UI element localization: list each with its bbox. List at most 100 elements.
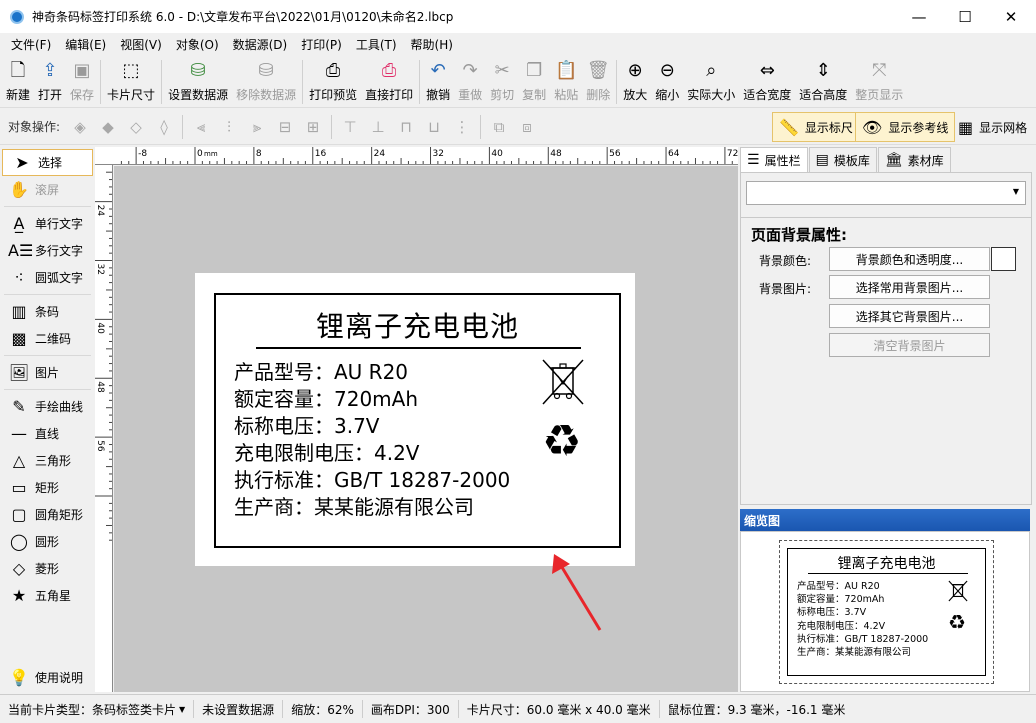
fit-height-button[interactable]: ⇕ 适合高度: [795, 56, 851, 106]
copy-button[interactable]: ❐ 复制: [518, 56, 550, 106]
clear-bg-image-button[interactable]: 清空背景图片: [829, 333, 990, 357]
tool-freehand[interactable]: ✎ 手绘曲线: [0, 393, 95, 420]
menu-edit[interactable]: 编辑(E): [58, 36, 113, 53]
cut-button[interactable]: ✂ 剪切: [486, 56, 518, 106]
remove-datasource-button[interactable]: ⛁ 移除数据源: [232, 56, 300, 106]
vertical-ruler[interactable]: 8162432404856: [95, 165, 113, 692]
show-ruler-toggle[interactable]: 📏 显示标尺: [772, 112, 860, 142]
menu-tools[interactable]: 工具(T): [349, 36, 404, 53]
tool-qrcode[interactable]: ▩ 二维码: [0, 325, 95, 352]
zoom-in-button[interactable]: ⊕ 放大: [619, 56, 651, 106]
tool-diamond[interactable]: ◇ 菱形: [0, 555, 95, 582]
label-line-charge-voltage[interactable]: 充电限制电压：4.2V: [234, 440, 510, 467]
tab-properties[interactable]: ☰ 属性栏: [740, 147, 808, 172]
crossed-bin-icon[interactable]: [541, 358, 585, 406]
ungroup-icon[interactable]: ⧈: [516, 116, 538, 138]
bg-color-swatch[interactable]: [991, 247, 1016, 271]
tool-multi-text[interactable]: A☰ 多行文字: [0, 237, 95, 264]
same-height-icon[interactable]: ⊔: [423, 116, 445, 138]
actual-size-button[interactable]: ⌕ 实际大小: [683, 56, 739, 106]
distribute-v-icon[interactable]: ⋮: [451, 116, 473, 138]
show-grid-toggle[interactable]: ▦ 显示网格: [952, 112, 1033, 142]
align-bottom-icon[interactable]: ⊓: [395, 116, 417, 138]
menu-view[interactable]: 视图(V): [113, 36, 169, 53]
menu-print[interactable]: 打印(P): [294, 36, 349, 53]
label-frame[interactable]: 锂离子充电电池 产品型号：AU R20 额定容量：720mAh 标称电压：3.7…: [214, 293, 621, 548]
tool-select[interactable]: ➤ 选择: [2, 149, 93, 176]
tool-single-text[interactable]: A̲ 单行文字: [0, 210, 95, 237]
label-line-capacity[interactable]: 额定容量：720mAh: [234, 386, 510, 413]
same-width-icon[interactable]: ⊟: [274, 116, 296, 138]
ruler-label: 48: [95, 381, 105, 393]
save-button[interactable]: ▣ 保存: [66, 56, 98, 106]
menu-object[interactable]: 对象(O): [169, 36, 226, 53]
distribute-h-icon[interactable]: ⊞: [302, 116, 324, 138]
scissors-icon: ✂: [494, 60, 510, 81]
recycle-icon[interactable]: ♻: [542, 420, 581, 464]
tool-triangle[interactable]: △ 三角形: [0, 447, 95, 474]
label-line-standard[interactable]: 执行标准：GB/T 18287-2000: [234, 467, 510, 494]
help-guide-button[interactable]: 💡 使用说明: [0, 664, 95, 691]
thumbnail-preview[interactable]: 锂离子充电电池 产品型号：AU R20 额定容量：720mAh 标称电压：3.7…: [740, 531, 1030, 692]
label-title[interactable]: 锂离子充电电池: [216, 305, 619, 345]
tool-image[interactable]: 🖼 图片: [0, 359, 95, 386]
delete-button[interactable]: 🗑 删除: [582, 56, 614, 106]
tool-rectangle[interactable]: ▭ 矩形: [0, 474, 95, 501]
tool-scroll[interactable]: ✋ 滚屏: [0, 176, 95, 203]
align-left-icon[interactable]: ⫷: [190, 116, 212, 138]
tab-materials[interactable]: 🏛 素材库: [877, 147, 951, 172]
menu-file[interactable]: 文件(F): [4, 36, 58, 53]
fit-width-button[interactable]: ⇔ 适合宽度: [739, 56, 795, 106]
maximize-button[interactable]: ☐: [942, 0, 988, 33]
align-top-icon[interactable]: ⊤: [339, 116, 361, 138]
paste-button[interactable]: 📋 粘贴: [550, 56, 582, 106]
undo-button[interactable]: ↶ 撤销: [422, 56, 454, 106]
tab-templates[interactable]: ▤ 模板库: [808, 147, 877, 172]
bg-color-button[interactable]: 背景颜色和透明度...: [829, 247, 990, 271]
group-icon[interactable]: ⧉: [488, 116, 510, 138]
label-text-block[interactable]: 产品型号：AU R20 额定容量：720mAh 标称电压：3.7V 充电限制电压…: [234, 359, 510, 521]
redo-button[interactable]: ↷ 重做: [454, 56, 486, 106]
title-underline[interactable]: [256, 347, 581, 349]
tool-line[interactable]: — 直线: [0, 420, 95, 447]
align-right-icon[interactable]: ⫸: [246, 116, 268, 138]
label-line-voltage[interactable]: 标称电压：3.7V: [234, 413, 510, 440]
new-button[interactable]: 🗋 新建: [2, 56, 34, 106]
design-canvas[interactable]: 锂离子充电电池 产品型号：AU R20 额定容量：720mAh 标称电压：3.7…: [114, 166, 738, 692]
direct-print-button[interactable]: ⎙ 直接打印: [361, 56, 417, 106]
send-back-icon[interactable]: ◊: [153, 116, 175, 138]
print-preview-button[interactable]: ⎙ 打印预览: [305, 56, 361, 106]
close-button[interactable]: ✕: [988, 0, 1034, 33]
label-line-model[interactable]: 产品型号：AU R20: [234, 359, 510, 386]
open-button[interactable]: ⇪ 打开: [34, 56, 66, 106]
qrcode-icon: ▩: [11, 329, 27, 348]
tool-barcode[interactable]: ▥ 条码: [0, 298, 95, 325]
tool-ellipse[interactable]: ◯ 圆形: [0, 528, 95, 555]
align-middle-v-icon[interactable]: ⊥: [367, 116, 389, 138]
other-bg-image-button[interactable]: 选择其它背景图片...: [829, 304, 990, 328]
bring-forward-icon[interactable]: ◆: [97, 116, 119, 138]
ruler-label: 72: [727, 149, 738, 159]
common-bg-image-button[interactable]: 选择常用背景图片...: [829, 275, 990, 299]
database-remove-icon: ⛁: [258, 60, 274, 81]
horizontal-ruler[interactable]: -8 0 8 16 24 32 40 48 56 64 72 mm: [95, 147, 738, 165]
bring-front-icon[interactable]: ◈: [69, 116, 91, 138]
minimize-button[interactable]: —: [896, 0, 942, 33]
fit-page-button[interactable]: ⤧ 整页显示: [851, 56, 907, 106]
align-center-h-icon[interactable]: ⫶: [218, 116, 240, 138]
send-backward-icon[interactable]: ◇: [125, 116, 147, 138]
set-datasource-button[interactable]: ⛁ 设置数据源: [164, 56, 232, 106]
card-size-button[interactable]: ⬚ 卡片尺寸: [103, 56, 159, 106]
tool-rounded-rect[interactable]: ▢ 圆角矩形: [0, 501, 95, 528]
label-line-manufacturer[interactable]: 生产商：某某能源有限公司: [234, 494, 510, 521]
menu-datasource[interactable]: 数据源(D): [226, 36, 295, 53]
menu-help[interactable]: 帮助(H): [404, 36, 460, 53]
ruler-label: 40: [491, 149, 503, 159]
tool-star[interactable]: ★ 五角星: [0, 582, 95, 609]
label-card[interactable]: 锂离子充电电池 产品型号：AU R20 额定容量：720mAh 标称电压：3.7…: [195, 273, 635, 566]
zoom-out-button[interactable]: ⊖ 缩小: [651, 56, 683, 106]
show-guides-toggle[interactable]: 👁 显示参考线: [855, 112, 956, 142]
tool-arc-text[interactable]: ⁖ 圆弧文字: [0, 264, 95, 291]
object-selector-dropdown[interactable]: ▼: [746, 181, 1026, 205]
card-type-selector[interactable]: 当前卡片类型：条码标签类卡片 ▼: [0, 700, 195, 718]
